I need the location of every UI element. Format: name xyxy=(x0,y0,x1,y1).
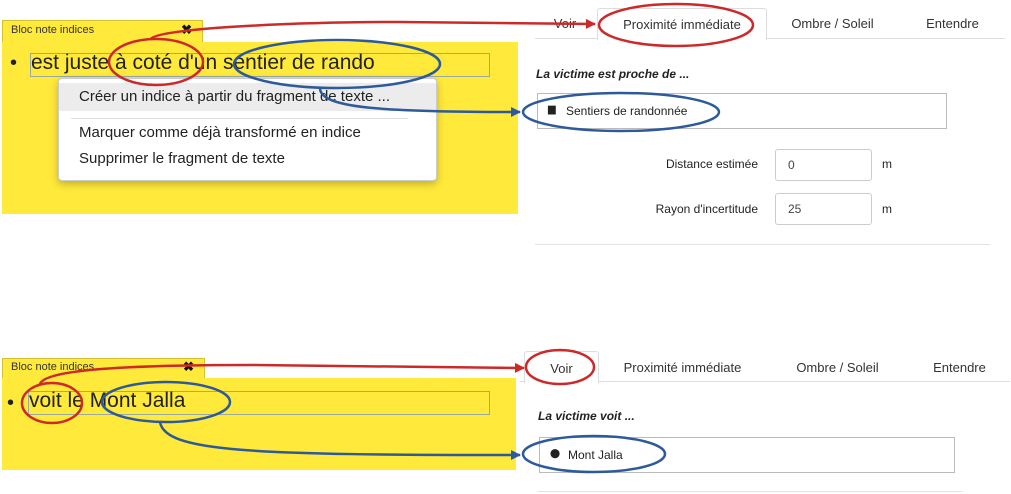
section-title-2: La victime voit ... xyxy=(538,409,635,423)
tab-proximite[interactable]: Proximité immédiate xyxy=(597,8,767,40)
note-text-input-2[interactable]: voit le Mont Jalla xyxy=(28,389,490,415)
menu-item-create-clue[interactable]: Créer un indice à partir du fragment de … xyxy=(59,83,436,111)
section-title: La victime est proche de ... xyxy=(536,67,690,81)
selection-box[interactable]: ▆ Sentiers de randonnée xyxy=(537,93,947,129)
note-text-input[interactable]: est juste à coté d'un sentier de rando xyxy=(30,51,490,77)
bullet: • xyxy=(10,52,18,74)
distance-unit: m xyxy=(882,157,892,171)
map-marker-icon: ⬤ xyxy=(550,448,561,458)
tab-voir[interactable]: Voir xyxy=(535,16,595,31)
radius-label: Rayon d'incertitude xyxy=(655,202,758,216)
divider-2 xyxy=(538,491,963,492)
note-text-2: voit le Mont Jalla xyxy=(29,389,186,412)
distance-label: Distance estimée xyxy=(665,157,758,171)
close-icon[interactable]: ✖ xyxy=(181,22,192,38)
close-icon[interactable]: ✖ xyxy=(183,359,194,375)
selection-label: Sentiers de randonnée xyxy=(566,104,688,118)
tab-entendre[interactable]: Entendre xyxy=(905,16,1000,31)
tab-proximite-2[interactable]: Proximité immédiate xyxy=(605,360,760,375)
note-text: est juste à coté d'un sentier de rando xyxy=(31,51,375,74)
selection-box-2[interactable]: ⬤ Mont Jalla xyxy=(539,437,955,473)
bullet-2: • xyxy=(7,392,15,414)
tab-proximite-label: Proximité immédiate xyxy=(623,17,741,32)
note-title-bar-2: Bloc note indices ✖ xyxy=(2,358,205,379)
tab-ombre-soleil-2[interactable]: Ombre / Soleil xyxy=(780,360,895,375)
note-title: Bloc note indices xyxy=(11,24,95,36)
context-menu: Créer un indice à partir du fragment de … xyxy=(58,78,437,181)
selection-label-2: Mont Jalla xyxy=(568,448,623,462)
menu-item-mark-transformed[interactable]: Marquer comme déjà transformé en indice xyxy=(59,119,436,147)
divider xyxy=(535,244,990,245)
note-title-2: Bloc note indices xyxy=(11,361,95,373)
tab-ombre-soleil[interactable]: Ombre / Soleil xyxy=(775,16,890,31)
radius-unit: m xyxy=(882,202,892,216)
distance-input[interactable]: 0 xyxy=(775,149,872,181)
note-title-bar: Bloc note indices ✖ xyxy=(2,20,203,43)
radius-value: 25 xyxy=(788,202,802,216)
radius-input[interactable]: 25 xyxy=(775,193,872,225)
tab-voir-2-label: Voir xyxy=(550,361,573,376)
distance-value: 0 xyxy=(788,158,795,172)
folder-plus-icon: ▆ xyxy=(548,104,556,115)
tab-voir-2[interactable]: Voir xyxy=(524,351,599,383)
red-arrow-top xyxy=(148,18,596,41)
menu-item-delete-fragment[interactable]: Supprimer le fragment de texte xyxy=(59,145,436,173)
tab-entendre-2[interactable]: Entendre xyxy=(912,360,1007,375)
